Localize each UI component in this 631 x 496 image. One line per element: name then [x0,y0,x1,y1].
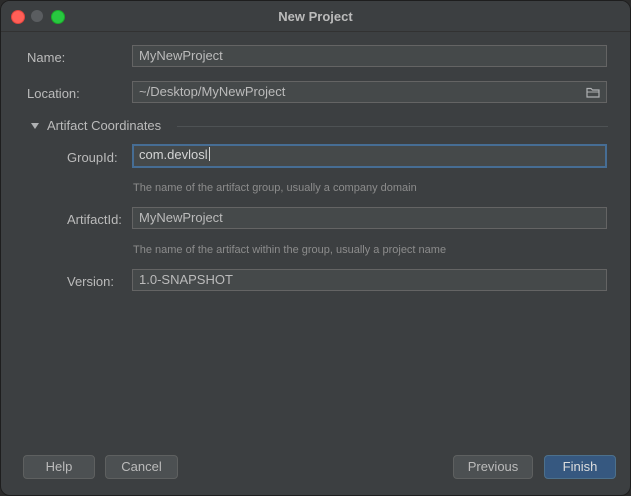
location-label: Location: [27,86,80,101]
finish-button[interactable]: Finish [544,455,616,479]
version-label: Version: [67,274,114,289]
previous-button[interactable]: Previous [453,455,533,479]
version-field[interactable]: 1.0-SNAPSHOT [132,269,607,291]
name-value: MyNewProject [139,48,223,63]
name-label: Name: [27,50,66,65]
artifactid-hint: The name of the artifact within the grou… [133,244,447,256]
folder-icon[interactable] [586,86,600,98]
new-project-dialog: New Project Name: MyNewProject Location:… [0,0,631,496]
location-field[interactable]: ~/Desktop/MyNewProject [132,81,607,103]
version-value: 1.0-SNAPSHOT [139,272,233,287]
help-button[interactable]: Help [23,455,95,479]
triangle-down-icon[interactable] [31,123,39,129]
title-bar: New Project [1,1,630,32]
artifact-coordinates-header[interactable]: Artifact Coordinates [47,118,161,133]
text-caret [208,147,210,161]
groupid-hint: The name of the artifact group, usually … [133,182,417,194]
section-divider [177,126,608,127]
window-title: New Project [278,9,353,24]
location-value: ~/Desktop/MyNewProject [139,84,286,99]
artifactid-value: MyNewProject [139,210,223,225]
artifactid-field[interactable]: MyNewProject [132,207,607,229]
groupid-field[interactable]: com.devlosl [132,144,607,168]
name-field[interactable]: MyNewProject [132,45,607,67]
artifactid-label: ArtifactId: [67,212,122,227]
groupid-value: com.devlosl [139,147,208,162]
cancel-button[interactable]: Cancel [105,455,178,479]
groupid-label: GroupId: [67,150,118,165]
